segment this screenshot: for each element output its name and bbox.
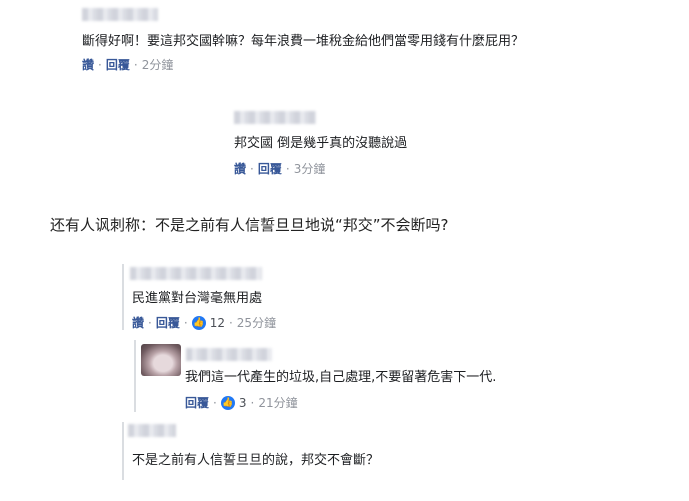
comment-text: 不是之前有人信誓旦旦的說，邦交不會斷？ xyxy=(132,453,380,468)
separator: · xyxy=(98,58,102,72)
reply-link[interactable]: 回覆 xyxy=(185,395,209,411)
thumbs-up-icon[interactable]: 👍 xyxy=(191,316,206,330)
timestamp[interactable]: 25分鐘 xyxy=(237,315,276,331)
separator: · xyxy=(148,316,152,330)
like-count[interactable]: 12 xyxy=(210,315,225,331)
separator: · xyxy=(285,162,290,176)
reply-link[interactable]: 回覆 xyxy=(258,161,282,177)
like-count[interactable]: 3 xyxy=(239,395,247,411)
thread-line xyxy=(122,264,124,330)
commenter-name-blurred[interactable] xyxy=(234,111,316,124)
thread-line xyxy=(134,340,136,412)
separator: · xyxy=(213,396,217,410)
commenter-name-blurred[interactable] xyxy=(186,348,272,361)
separator: · xyxy=(133,58,138,72)
narration-text: 还有人讽刺称：不是之前有人信誓旦旦地说“邦交”不会断吗? xyxy=(50,216,449,234)
avatar[interactable] xyxy=(141,344,181,376)
reply-link[interactable]: 回覆 xyxy=(106,57,130,73)
separator: · xyxy=(250,162,254,176)
separator: · xyxy=(183,316,188,330)
thread-line xyxy=(122,422,124,480)
comment-actions: 讚 · 回覆 · 3分鐘 xyxy=(234,161,325,177)
like-link[interactable]: 讚 xyxy=(234,161,246,177)
separator: · xyxy=(228,316,233,330)
commenter-name-blurred[interactable] xyxy=(82,8,158,21)
comment-actions: 回覆 · 👍 3 · 21分鐘 xyxy=(185,395,298,411)
thumbs-up-icon[interactable]: 👍 xyxy=(220,396,235,410)
reply-link[interactable]: 回覆 xyxy=(156,315,180,331)
timestamp[interactable]: 3分鐘 xyxy=(294,161,326,177)
commenter-name-blurred[interactable] xyxy=(128,424,176,437)
commenter-name-blurred[interactable] xyxy=(130,267,262,280)
comment-actions: 讚 · 回覆 · 2分鐘 xyxy=(82,57,173,73)
comment-text: 邦交國 倒是幾乎真的沒聽說過 xyxy=(234,136,408,151)
comment-text: 斷得好啊！要這邦交國幹嘛？每年浪費一堆稅金給他們當零用錢有什麼屁用？ xyxy=(82,34,525,49)
timestamp[interactable]: 21分鐘 xyxy=(258,395,297,411)
timestamp[interactable]: 2分鐘 xyxy=(142,57,174,73)
comment-text: 我們這一代產生的垃圾,自己處理,不要留著危害下一代. xyxy=(185,370,497,385)
separator: · xyxy=(250,396,255,410)
like-link[interactable]: 讚 xyxy=(132,315,144,331)
comment-text: 民進黨對台灣毫無用處 xyxy=(132,291,263,306)
comment-actions: 讚 · 回覆 · 👍 12 · 25分鐘 xyxy=(132,315,276,331)
like-link[interactable]: 讚 xyxy=(82,57,94,73)
